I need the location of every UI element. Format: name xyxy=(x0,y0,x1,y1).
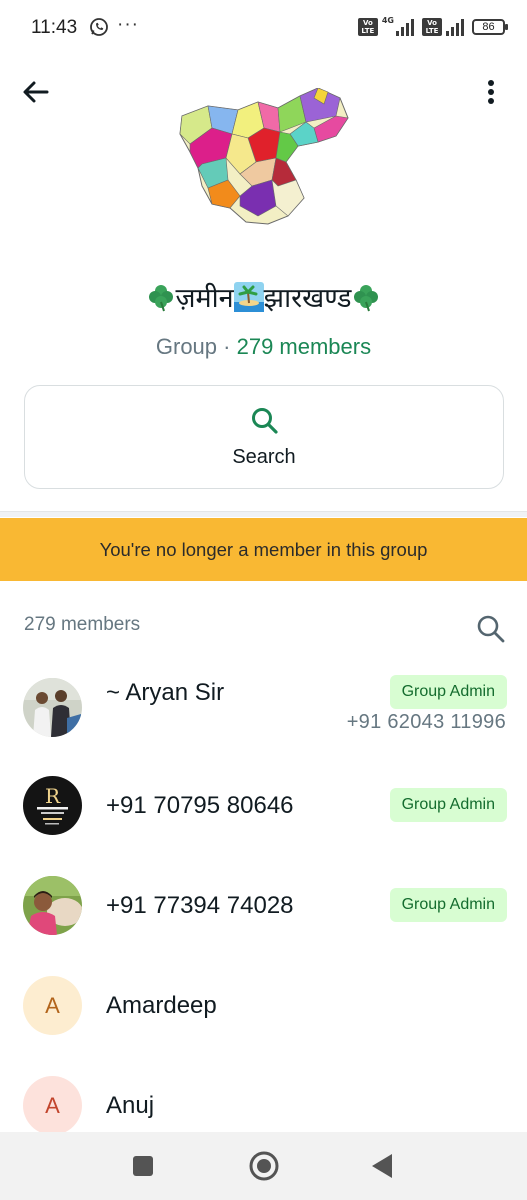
members-search-icon[interactable] xyxy=(474,612,508,646)
status-bar: 11:43 ··· Vo LTE 4G Vo LTE 86 xyxy=(0,0,527,58)
member-name: Anuj xyxy=(106,1092,155,1119)
avatar[interactable] xyxy=(23,678,82,737)
member-name: ~ Aryan Sir xyxy=(106,679,225,706)
section-divider xyxy=(0,511,527,517)
group-name-text-2: झारखण्ड xyxy=(263,283,352,314)
not-member-banner: You're no longer a member in this group xyxy=(0,518,527,581)
avatar[interactable] xyxy=(23,876,82,935)
group-name: ज़मीन झारखण्ड xyxy=(0,278,527,315)
group-photo-map[interactable] xyxy=(168,88,360,230)
home-circle-icon[interactable] xyxy=(248,1150,280,1182)
member-phone: +91 62043 11996 xyxy=(346,711,506,733)
back-arrow-icon[interactable] xyxy=(18,74,54,110)
group-subtitle: Group · 279 members xyxy=(0,334,527,360)
volte-icon: Vo LTE xyxy=(357,18,378,36)
avatar[interactable]: A xyxy=(23,976,82,1035)
shamrock-icon-2 xyxy=(354,285,379,312)
avatar[interactable]: A xyxy=(23,1076,82,1135)
member-count-link[interactable]: 279 members xyxy=(237,334,372,359)
search-button[interactable]: Search xyxy=(24,385,504,489)
system-nav-bar xyxy=(0,1132,527,1200)
more-notifications-icon: ··· xyxy=(117,14,139,35)
member-row[interactable]: A Amardeep xyxy=(0,958,527,1058)
avatar[interactable]: R xyxy=(23,776,82,835)
shamrock-icon xyxy=(148,285,173,312)
member-name: +91 70795 80646 xyxy=(106,792,294,819)
desert-island-icon xyxy=(233,282,264,312)
whatsapp-icon xyxy=(90,18,108,36)
signal-icon xyxy=(396,18,414,36)
signal-icon-2 xyxy=(446,18,464,36)
group-admin-badge: Group Admin xyxy=(389,788,507,822)
member-row[interactable]: R +91 70795 80646 Group Admin xyxy=(0,758,527,858)
more-options-icon[interactable] xyxy=(473,74,509,110)
network-type: 4G xyxy=(381,16,394,25)
group-name-text-1: ज़मीन xyxy=(175,283,234,314)
separator: · xyxy=(217,334,237,359)
recents-square-icon[interactable] xyxy=(132,1155,154,1177)
status-indicators: Vo LTE 4G Vo LTE 86 xyxy=(357,16,508,38)
search-label: Search xyxy=(232,446,296,468)
battery-icon: 86 xyxy=(472,19,508,35)
group-admin-badge: Group Admin xyxy=(389,888,507,922)
search-icon xyxy=(252,408,278,434)
member-name: +91 77394 74028 xyxy=(106,892,294,919)
status-time: 11:43 xyxy=(31,17,78,38)
back-triangle-icon[interactable] xyxy=(370,1153,394,1179)
group-type: Group xyxy=(155,334,218,359)
member-name: Amardeep xyxy=(106,992,217,1019)
group-admin-badge: Group Admin xyxy=(389,675,507,709)
member-row[interactable]: +91 77394 74028 Group Admin xyxy=(0,858,527,958)
member-row[interactable]: ~ Aryan Sir Group Admin +91 62043 11996 xyxy=(0,658,527,758)
members-count-heading: 279 members xyxy=(24,614,141,635)
volte-icon-2: Vo LTE xyxy=(422,18,442,36)
svg-text:R: R xyxy=(45,784,61,808)
